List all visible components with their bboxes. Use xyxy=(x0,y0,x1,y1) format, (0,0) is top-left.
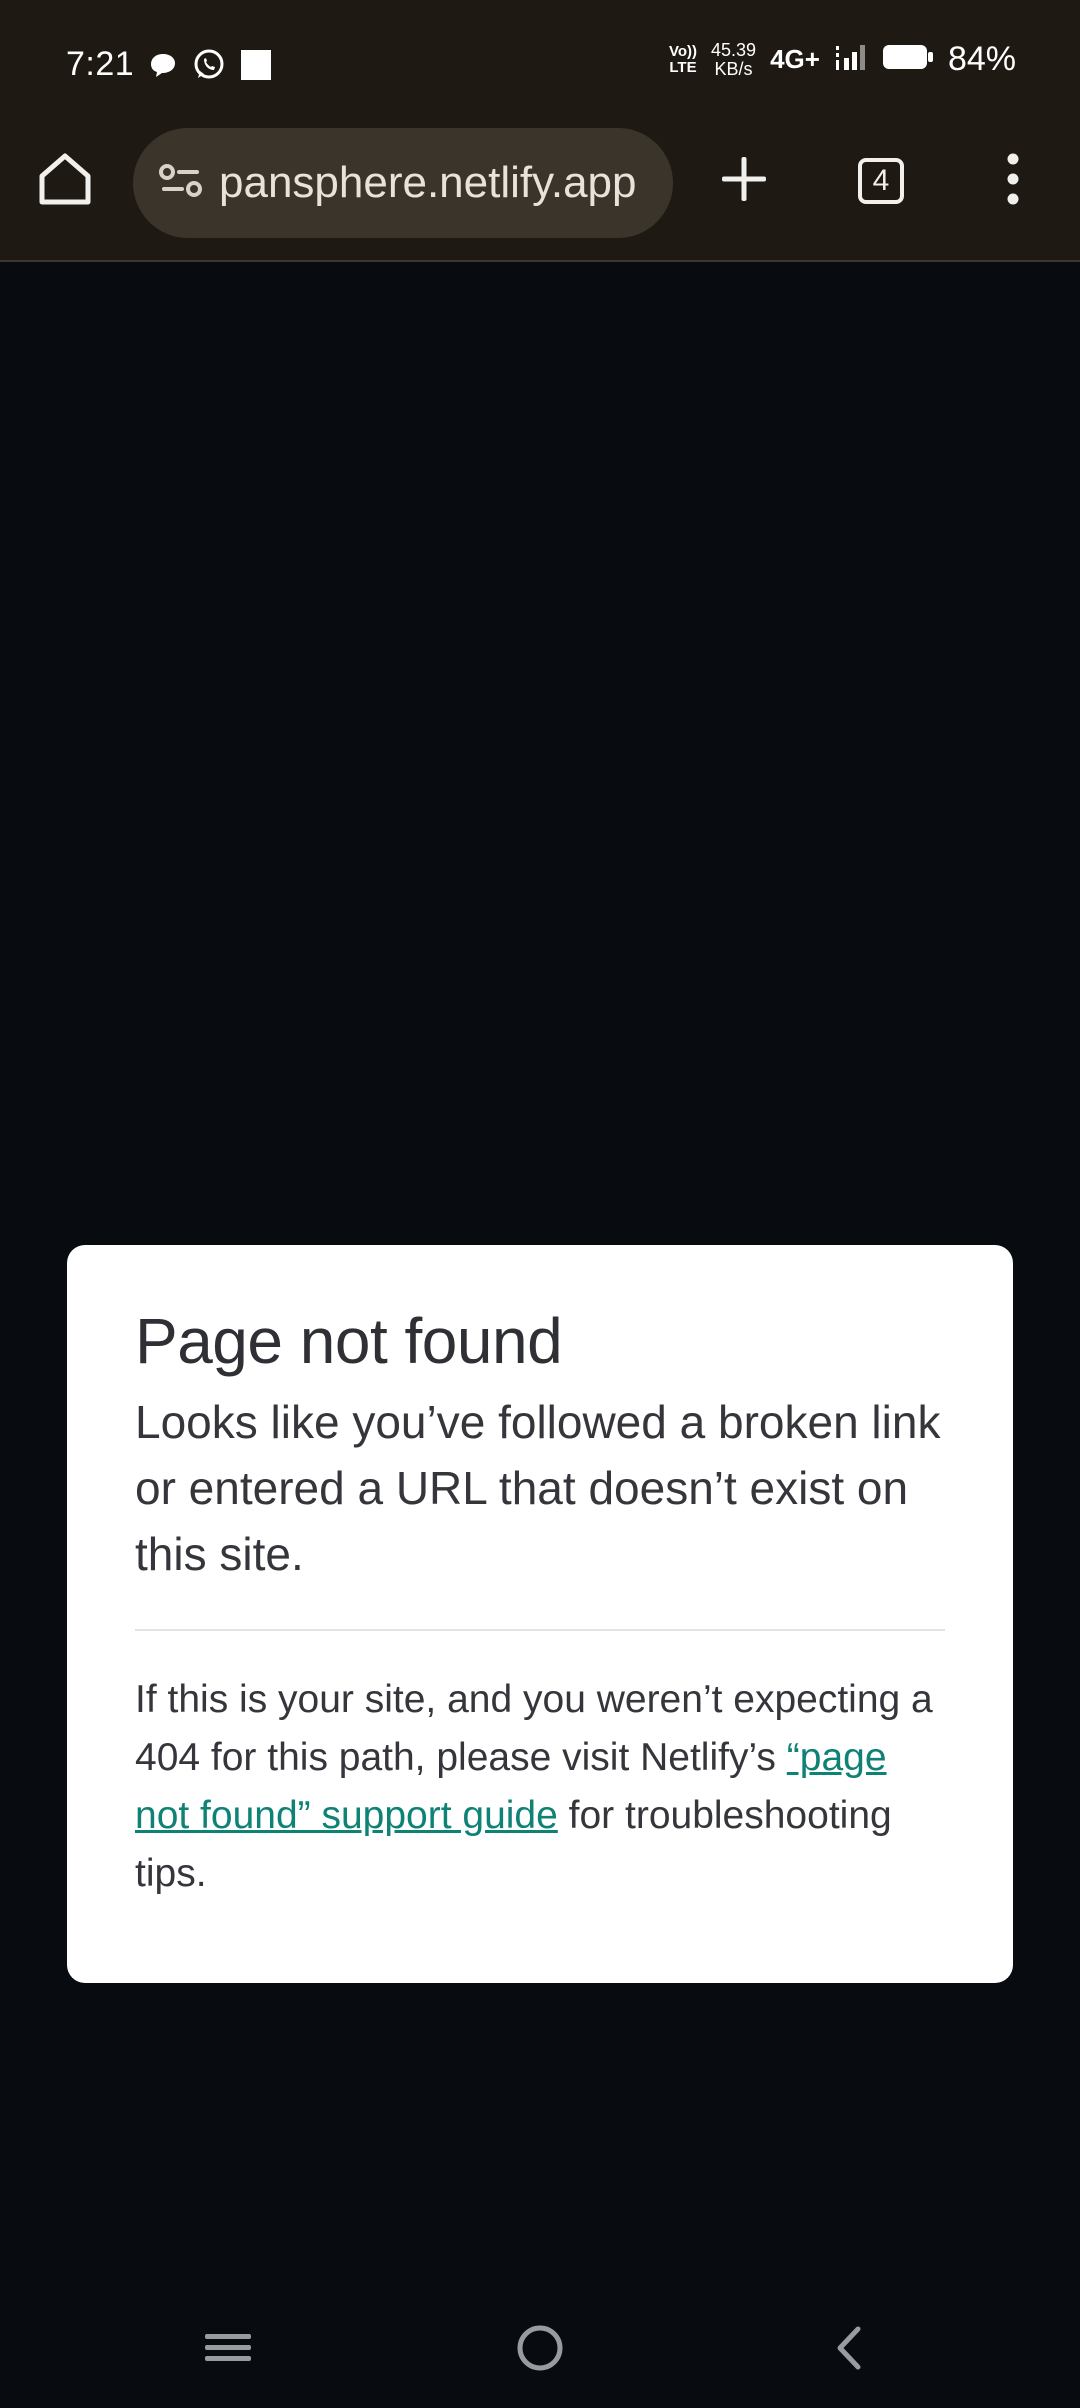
circle-home-icon xyxy=(515,2323,565,2378)
square-notification-icon xyxy=(240,49,272,86)
network-speed-value: 45.39 xyxy=(711,39,757,60)
tune-icon xyxy=(159,161,203,206)
tab-count: 4 xyxy=(858,158,904,204)
recent-apps-button[interactable] xyxy=(188,2310,268,2390)
network-speed-unit: KB/s xyxy=(714,58,753,79)
network-speed: 45.39 KB/s xyxy=(711,39,757,79)
battery-icon xyxy=(882,42,934,77)
divider xyxy=(135,1629,945,1631)
network-type: 4G+ xyxy=(770,44,820,74)
status-indicators: Vo)) LTE 45.39 KB/s 4G+ 84% xyxy=(669,40,1016,79)
address-bar[interactable]: pansphere.netlify.app xyxy=(133,128,673,238)
volte-indicator: Vo)) LTE xyxy=(668,42,698,76)
status-time: 7:21 xyxy=(66,45,135,83)
help-text: If this is your site, and you weren’t ex… xyxy=(135,1671,945,1903)
browser-toolbar: pansphere.netlify.app 4 xyxy=(0,128,1080,262)
error-description: Looks like you’ve followed a broken link… xyxy=(135,1396,941,1580)
page-content: Page not found Looks like you’ve followe… xyxy=(0,262,1080,2292)
home-nav-button[interactable] xyxy=(500,2310,580,2390)
home-button[interactable] xyxy=(24,140,106,222)
signal-icon xyxy=(834,42,868,77)
navigation-bar xyxy=(0,2292,1080,2408)
lte-label: LTE xyxy=(669,58,697,76)
back-button[interactable] xyxy=(808,2310,888,2390)
tab-switcher-button[interactable]: 4 xyxy=(840,140,922,222)
battery-percentage: 84% xyxy=(947,40,1016,78)
more-vertical-icon xyxy=(1005,153,1021,210)
home-icon xyxy=(36,150,94,213)
page-title: Page not found xyxy=(135,1305,563,1377)
whatsapp-icon xyxy=(192,48,226,87)
site-settings-button[interactable] xyxy=(151,153,211,213)
chat-bubble-icon xyxy=(148,50,178,85)
url-text: pansphere.netlify.app xyxy=(219,158,637,207)
notification-icons xyxy=(148,48,272,87)
status-bar: 7:21 Vo)) LTE 45.39 KB/s 4G+ 84% xyxy=(0,0,1080,128)
menu-lines-icon xyxy=(203,2328,253,2373)
back-arrow-icon xyxy=(828,2323,868,2378)
error-card: Page not found Looks like you’ve followe… xyxy=(67,1245,1013,1983)
plus-icon xyxy=(718,153,770,210)
more-menu-button[interactable] xyxy=(972,140,1054,222)
new-tab-button[interactable] xyxy=(703,140,785,222)
volte-label: Vo)) xyxy=(668,42,698,60)
